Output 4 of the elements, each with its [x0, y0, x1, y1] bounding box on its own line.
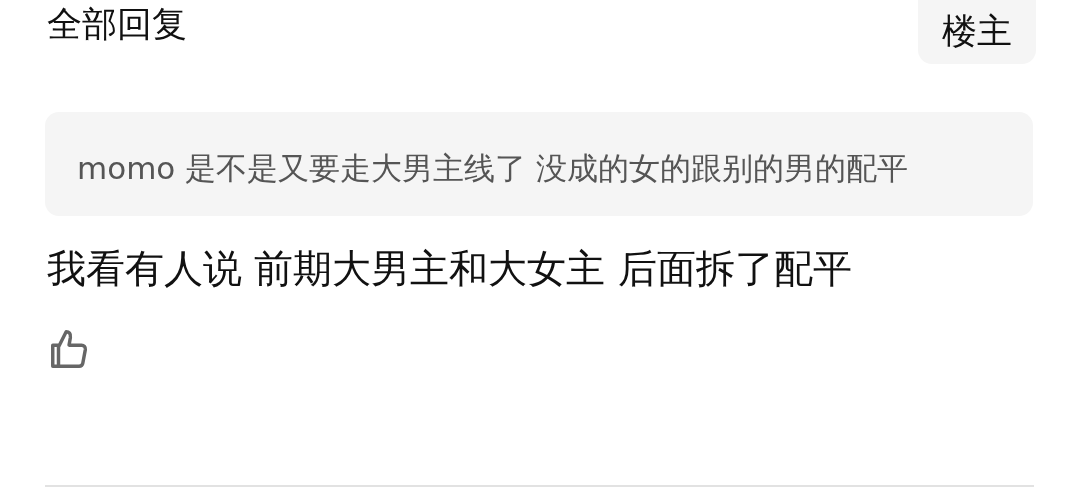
op-filter-button[interactable]: 楼主	[918, 0, 1036, 64]
reply-text: 我看有人说 前期大男主和大女主 后面拆了配平	[47, 245, 853, 293]
quoted-reply: momo 是不是又要走大男主线了 没成的女的跟别的男的配平	[45, 112, 1033, 216]
section-title: 全部回复	[47, 3, 187, 45]
